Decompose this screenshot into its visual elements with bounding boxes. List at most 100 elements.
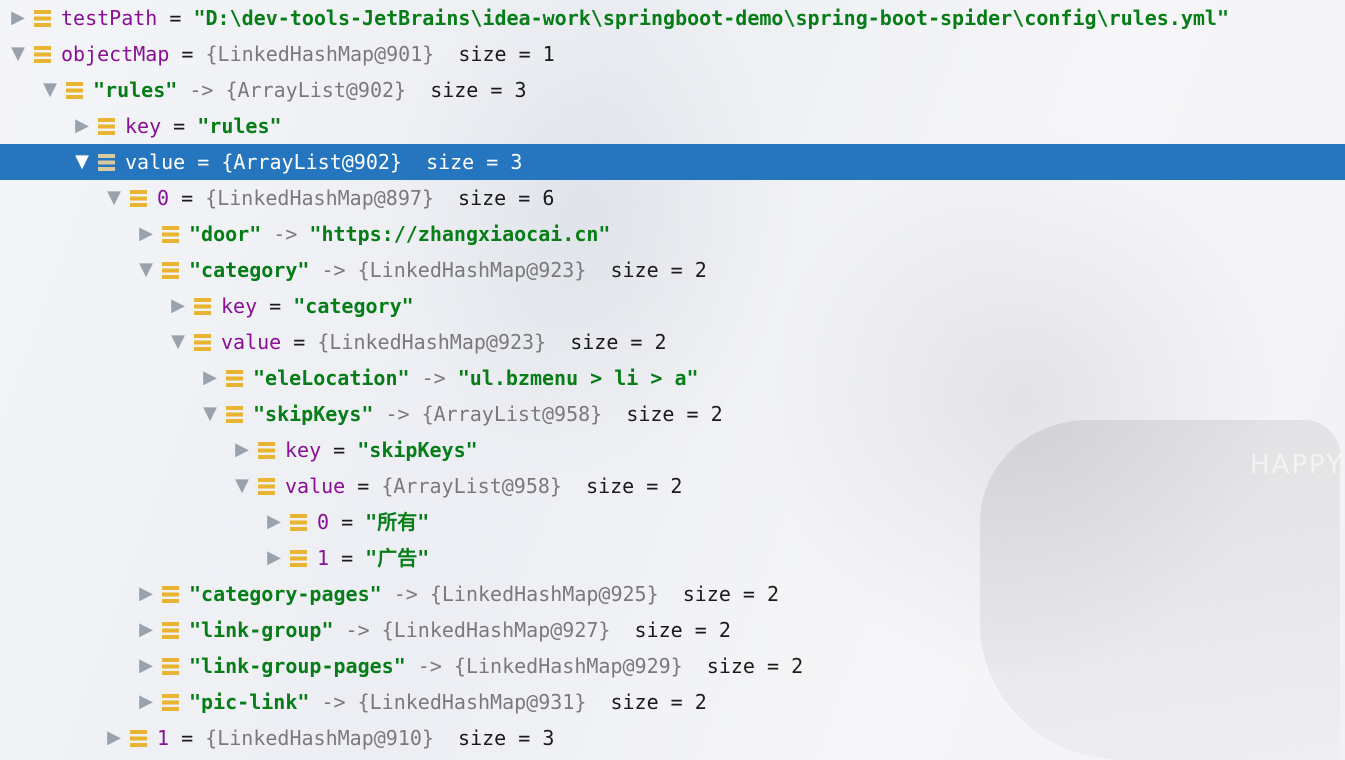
var-name: value (221, 330, 282, 354)
collapsed-arrow-icon[interactable]: ▶ (132, 648, 160, 684)
var-op: = (169, 42, 206, 66)
var-op: = (281, 330, 318, 354)
tree-row[interactable]: ▶ "pic-link" -> {LinkedHashMap@931} size… (0, 684, 1345, 720)
var-ref: {LinkedHashMap@925} (429, 582, 659, 606)
var-op: = (161, 114, 198, 138)
var-value: "category" (293, 294, 414, 318)
var-name: 0 (157, 186, 170, 210)
expanded-arrow-icon[interactable]: ▼ (228, 468, 256, 504)
field-icon (162, 225, 179, 243)
collapsed-arrow-icon[interactable]: ▶ (260, 504, 288, 540)
var-size: size = 2 (626, 402, 723, 426)
tree-row[interactable]: ▼ "skipKeys" -> {ArrayList@958} size = 2 (0, 396, 1345, 432)
field-icon (258, 477, 275, 495)
var-op: = (345, 474, 382, 498)
tree-row[interactable]: ▶ key = "rules" (0, 108, 1345, 144)
tree-row[interactable]: ▼ value = {ArrayList@958} size = 2 (0, 468, 1345, 504)
var-size: size = 1 (458, 42, 555, 66)
var-size: size = 2 (610, 258, 707, 282)
expanded-arrow-icon[interactable]: ▼ (196, 396, 224, 432)
var-name: "category" (189, 258, 310, 282)
collapsed-arrow-icon[interactable]: ▶ (68, 108, 96, 144)
tree-row[interactable]: ▼ "rules" -> {ArrayList@902} size = 3 (0, 72, 1345, 108)
field-icon (290, 549, 307, 567)
collapsed-arrow-icon[interactable]: ▶ (132, 612, 160, 648)
collapsed-arrow-icon[interactable]: ▶ (196, 360, 224, 396)
tree-row[interactable]: ▼ "category" -> {LinkedHashMap@923} size… (0, 252, 1345, 288)
var-ref: {LinkedHashMap@927} (381, 618, 611, 642)
collapsed-arrow-icon[interactable]: ▶ (4, 0, 32, 36)
var-ref: {ArrayList@902} (225, 78, 407, 102)
collapsed-arrow-icon[interactable]: ▶ (132, 576, 160, 612)
collapsed-arrow-icon[interactable]: ▶ (228, 432, 256, 468)
tree-row[interactable]: ▶ 1 = {LinkedHashMap@910} size = 3 (0, 720, 1345, 756)
var-name: "rules" (93, 78, 178, 102)
var-name: 0 (317, 510, 330, 534)
tree-row[interactable]: ▼ objectMap = {LinkedHashMap@901} size =… (0, 36, 1345, 72)
tree-row[interactable]: ▶ "link-group-pages" -> {LinkedHashMap@9… (0, 648, 1345, 684)
var-size: size = 6 (458, 186, 555, 210)
tree-row[interactable]: ▼ 0 = {LinkedHashMap@897} size = 6 (0, 180, 1345, 216)
var-op: -> (405, 654, 454, 678)
tree-row[interactable]: ▶ "door" -> "https://zhangxiaocai.cn" (0, 216, 1345, 252)
field-icon (162, 693, 179, 711)
var-ref: {LinkedHashMap@910} (205, 726, 434, 750)
var-size: size = 2 (634, 618, 731, 642)
var-op: = (157, 6, 194, 30)
tree-row[interactable]: ▼ value = {LinkedHashMap@923} size = 2 (0, 324, 1345, 360)
var-name: key (285, 438, 322, 462)
var-size: size = 2 (570, 330, 667, 354)
var-name: value (125, 150, 186, 174)
var-name: 1 (317, 546, 330, 570)
var-op: -> (381, 582, 430, 606)
collapsed-arrow-icon[interactable]: ▶ (260, 540, 288, 576)
var-op: = (329, 546, 366, 570)
var-name: objectMap (61, 42, 170, 66)
expanded-arrow-icon[interactable]: ▼ (100, 180, 128, 216)
tree-row[interactable]: ▶ "link-group" -> {LinkedHashMap@927} si… (0, 612, 1345, 648)
field-icon (66, 81, 83, 99)
field-icon (162, 261, 179, 279)
var-value: "https://zhangxiaocai.cn" (309, 222, 611, 246)
tree-row-selected[interactable]: ▼ value = {ArrayList@902} size = 3 (0, 144, 1345, 180)
tree-row[interactable]: ▶ 1 = "广告" (0, 540, 1345, 576)
expanded-arrow-icon[interactable]: ▼ (4, 36, 32, 72)
tree-row[interactable]: ▶ testPath = "D:\dev-tools-JetBrains\ide… (0, 0, 1345, 36)
collapsed-arrow-icon[interactable]: ▶ (132, 684, 160, 720)
tree-row[interactable]: ▶ key = "skipKeys" (0, 432, 1345, 468)
var-value: "所有" (365, 510, 430, 534)
expanded-arrow-icon[interactable]: ▼ (68, 144, 96, 180)
var-name: testPath (61, 6, 158, 30)
collapsed-arrow-icon[interactable]: ▶ (132, 216, 160, 252)
var-size: size = 3 (426, 150, 523, 174)
field-icon (98, 117, 115, 135)
field-icon (194, 297, 211, 315)
expanded-arrow-icon[interactable]: ▼ (36, 72, 64, 108)
var-ref: {LinkedHashMap@929} (453, 654, 683, 678)
var-op: = (169, 186, 206, 210)
var-op: -> (309, 258, 358, 282)
tree-row[interactable]: ▶ "eleLocation" -> "ul.bzmenu > li > a" (0, 360, 1345, 396)
field-icon (98, 153, 115, 171)
collapsed-arrow-icon[interactable]: ▶ (164, 288, 192, 324)
field-icon (34, 9, 51, 27)
var-ref: {ArrayList@958} (381, 474, 562, 498)
variables-tree[interactable]: ▶ testPath = "D:\dev-tools-JetBrains\ide… (0, 0, 1345, 756)
field-icon (290, 513, 307, 531)
collapsed-arrow-icon[interactable]: ▶ (100, 720, 128, 756)
field-icon (162, 621, 179, 639)
var-op: -> (261, 222, 310, 246)
expanded-arrow-icon[interactable]: ▼ (164, 324, 192, 360)
field-icon (34, 45, 51, 63)
var-name: "category-pages" (189, 582, 382, 606)
var-op: = (257, 294, 294, 318)
field-icon (194, 333, 211, 351)
tree-row[interactable]: ▶ 0 = "所有" (0, 504, 1345, 540)
var-op: -> (177, 78, 226, 102)
var-name: "pic-link" (189, 690, 310, 714)
tree-row[interactable]: ▶ "category-pages" -> {LinkedHashMap@925… (0, 576, 1345, 612)
tree-row[interactable]: ▶ key = "category" (0, 288, 1345, 324)
var-ref: {LinkedHashMap@901} (205, 42, 435, 66)
expanded-arrow-icon[interactable]: ▼ (132, 252, 160, 288)
var-op: = (185, 150, 222, 174)
